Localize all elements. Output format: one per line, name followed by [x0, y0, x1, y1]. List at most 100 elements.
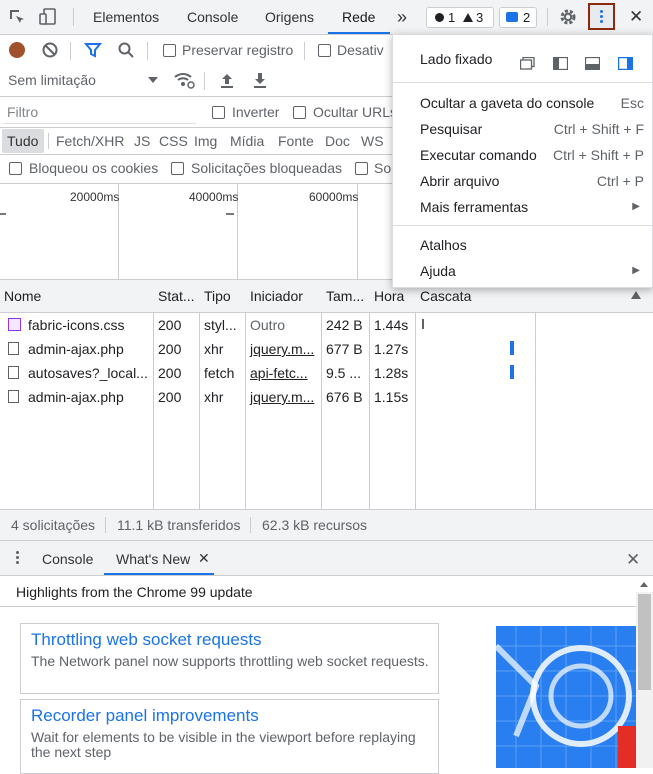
blocked-cookies-checkbox[interactable] — [9, 162, 22, 175]
panel-scrollbar-thumb[interactable] — [638, 594, 651, 690]
device-toolbar-icon[interactable] — [38, 7, 58, 27]
inspect-element-icon[interactable] — [8, 8, 26, 26]
request-status: 200 — [158, 365, 182, 381]
type-filter-img[interactable]: Img — [194, 133, 217, 149]
type-filter-font[interactable]: Fonte — [278, 133, 314, 149]
feature-card-description: The Network panel now supports throttlin… — [31, 653, 429, 669]
menu-item-help[interactable]: Ajuda ▶ — [393, 258, 652, 284]
column-initiator[interactable]: Iniciador — [246, 280, 322, 312]
chevron-down-icon[interactable] — [148, 77, 158, 83]
drawer-tab-whats-new[interactable]: What's New — [116, 551, 190, 567]
type-filter-doc[interactable]: Doc — [325, 133, 350, 149]
dock-right-icon[interactable] — [617, 52, 634, 71]
transferred-size: 11.1 kB transferidos — [117, 517, 241, 533]
request-type: xhr — [204, 341, 224, 357]
request-status: 200 — [158, 389, 182, 405]
table-row[interactable]: admin-ajax.php 200 xhr jquery.m... 677 B… — [0, 337, 653, 361]
table-row[interactable]: admin-ajax.php 200 xhr jquery.m... 676 B… — [0, 385, 653, 409]
more-tabs-button[interactable]: » — [397, 0, 407, 34]
feature-card[interactable]: Recorder panel improvements Wait for ele… — [20, 699, 439, 774]
filter-placeholder: Filtro — [7, 104, 39, 120]
record-button[interactable] — [9, 42, 25, 58]
request-initiator-link[interactable]: jquery.m... — [246, 337, 322, 361]
tab-console[interactable]: Console — [187, 0, 238, 34]
request-name: fabric-icons.css — [28, 317, 125, 333]
column-type[interactable]: Tipo — [200, 280, 246, 312]
type-filter-media[interactable]: Mídia — [230, 133, 264, 149]
drawer-tab-console[interactable]: Console — [42, 551, 93, 567]
column-status[interactable]: Stat... — [154, 280, 200, 312]
waterfall-bar — [510, 365, 514, 379]
throttling-select[interactable]: Sem limitação — [8, 72, 96, 88]
menu-item-search[interactable]: Pesquisar Ctrl + Shift + F — [393, 116, 652, 142]
type-filter-css[interactable]: CSS — [159, 133, 188, 149]
feature-card-title[interactable]: Recorder panel improvements — [31, 706, 259, 726]
clear-icon[interactable] — [41, 41, 59, 59]
drawer-menu-icon[interactable] — [16, 551, 19, 554]
tab-network[interactable]: Rede — [342, 0, 375, 34]
menu-item-label: Executar comando — [420, 147, 537, 163]
request-name: admin-ajax.php — [28, 389, 124, 405]
feature-card[interactable]: Throttling web socket requests The Netwo… — [20, 623, 439, 694]
close-tab-button[interactable]: ✕ — [198, 550, 210, 567]
settings-gear-icon[interactable] — [558, 7, 578, 27]
submenu-arrow-icon: ▶ — [632, 265, 640, 276]
feature-card-title[interactable]: Throttling web socket requests — [31, 630, 262, 650]
export-har-icon[interactable] — [251, 71, 269, 89]
menu-item-label: Abrir arquivo — [420, 173, 500, 189]
type-filter-fetch-xhr[interactable]: Fetch/XHR — [56, 133, 124, 149]
requests-table-body: fabric-icons.css 200 styl... Outro 242 B… — [0, 313, 653, 509]
request-type: styl... — [204, 317, 237, 333]
undock-icon[interactable] — [519, 52, 535, 70]
invert-checkbox[interactable] — [212, 106, 225, 119]
customize-devtools-menu: Lado fixado Ocultar a gaveta do console … — [392, 34, 653, 288]
search-icon[interactable] — [117, 41, 135, 59]
menu-item-hide-drawer[interactable]: Ocultar a gaveta do console Esc — [393, 90, 652, 116]
third-party-checkbox[interactable] — [355, 162, 368, 175]
blocked-requests-label: Solicitações bloqueadas — [191, 160, 342, 176]
blocked-requests-checkbox[interactable] — [171, 162, 184, 175]
menu-item-shortcut: Esc — [620, 95, 644, 111]
request-initiator-link[interactable]: api-fetc... — [246, 361, 322, 385]
menu-item-open-file[interactable]: Abrir arquivo Ctrl + P — [393, 168, 652, 194]
messages-counter[interactable]: 2 — [499, 7, 537, 28]
column-name[interactable]: Nome — [0, 280, 154, 312]
type-filter-js[interactable]: JS — [134, 133, 150, 149]
import-har-icon[interactable] — [218, 71, 236, 89]
dock-bottom-icon[interactable] — [584, 52, 601, 71]
hide-data-urls-checkbox[interactable] — [293, 106, 306, 119]
menu-item-more-tools[interactable]: Mais ferramentas ▶ — [393, 194, 652, 220]
menu-item-shortcuts[interactable]: Atalhos — [393, 232, 652, 258]
waterfall-bar — [422, 319, 424, 329]
scroll-up-arrow[interactable] — [640, 582, 648, 587]
network-conditions-icon[interactable] — [173, 70, 195, 90]
messages-count: 2 — [523, 10, 531, 25]
request-type: xhr — [204, 389, 224, 405]
menu-item-shortcut: Ctrl + Shift + P — [552, 147, 644, 163]
close-devtools-button[interactable]: ✕ — [629, 0, 643, 34]
tab-elements[interactable]: Elementos — [93, 0, 159, 34]
column-size[interactable]: Tam... — [322, 280, 370, 312]
type-filter-ws[interactable]: WS — [361, 133, 384, 149]
issues-counter[interactable]: 1 3 — [426, 7, 494, 28]
timeline-tick-label: 20000ms — [70, 190, 120, 204]
submenu-arrow-icon: ▶ — [632, 201, 640, 212]
tab-sources[interactable]: Origens — [265, 0, 314, 34]
filter-icon[interactable] — [84, 41, 102, 59]
waterfall-bar — [510, 341, 514, 355]
customize-menu-button[interactable] — [588, 3, 615, 30]
request-time: 1.44s — [374, 317, 409, 333]
document-file-icon — [8, 366, 19, 379]
menu-item-run-command[interactable]: Executar comando Ctrl + Shift + P — [393, 142, 652, 168]
menu-item-label: Atalhos — [420, 237, 467, 253]
disable-cache-checkbox[interactable] — [318, 44, 331, 57]
request-initiator-link[interactable]: jquery.m... — [246, 385, 322, 409]
table-row[interactable]: fabric-icons.css 200 styl... Outro 242 B… — [0, 313, 653, 337]
dock-left-icon[interactable] — [552, 52, 569, 71]
filter-input[interactable]: Filtro — [3, 101, 196, 124]
request-status: 200 — [158, 341, 182, 357]
preserve-log-checkbox[interactable] — [163, 44, 176, 57]
table-row[interactable]: autosaves?_local... 200 fetch api-fetc..… — [0, 361, 653, 385]
close-drawer-button[interactable]: ✕ — [626, 550, 640, 570]
sort-ascending-icon[interactable] — [631, 291, 641, 299]
